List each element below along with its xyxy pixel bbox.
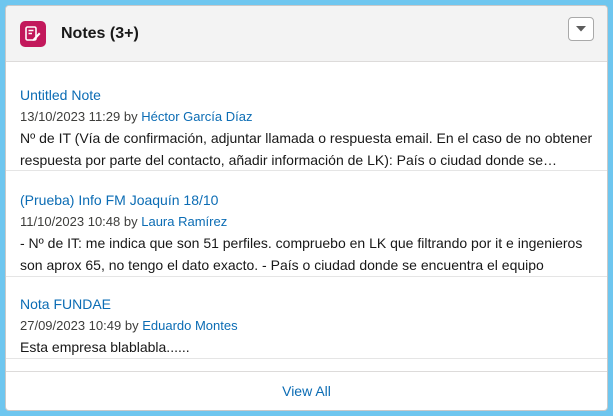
note-author-link[interactable]: Laura Ramírez bbox=[141, 214, 227, 229]
list-item: Nota FUNDAE 27/09/2023 10:49 by Eduardo … bbox=[6, 277, 607, 359]
note-meta: 11/10/2023 10:48 by Laura Ramírez bbox=[20, 213, 593, 231]
note-title-link[interactable]: Untitled Note bbox=[20, 86, 593, 104]
chevron-down-icon bbox=[576, 26, 586, 32]
card-menu-button[interactable] bbox=[568, 17, 594, 41]
note-by: by bbox=[123, 214, 138, 229]
note-date: 11/10/2023 10:48 bbox=[20, 214, 121, 229]
notes-card: Notes (3+) Untitled Note 13/10/2023 11:2… bbox=[5, 5, 608, 411]
note-by: by bbox=[124, 318, 139, 333]
note-title-link[interactable]: (Prueba) Info FM Joaquín 18/10 bbox=[20, 191, 593, 209]
note-edit-icon bbox=[20, 21, 46, 47]
note-body: Nº de IT (Vía de confirmación, adjuntar … bbox=[20, 130, 593, 168]
note-meta: 27/09/2023 10:49 by Eduardo Montes bbox=[20, 317, 593, 335]
note-title-link[interactable]: Nota FUNDAE bbox=[20, 295, 593, 313]
card-title: Notes (3+) bbox=[61, 25, 139, 42]
note-author-link[interactable]: Eduardo Montes bbox=[142, 318, 237, 333]
note-date: 27/09/2023 10:49 bbox=[20, 318, 122, 333]
card-footer: View All bbox=[6, 371, 607, 410]
note-by: by bbox=[123, 109, 138, 124]
notes-list: Untitled Note 13/10/2023 11:29 by Héctor… bbox=[6, 62, 607, 359]
note-meta: 13/10/2023 11:29 by Héctor García Díaz bbox=[20, 108, 593, 126]
list-item: Untitled Note 13/10/2023 11:29 by Héctor… bbox=[6, 62, 607, 171]
note-author-link[interactable]: Héctor García Díaz bbox=[141, 109, 252, 124]
note-body: Esta empresa blablabla...... bbox=[20, 339, 190, 355]
card-header: Notes (3+) bbox=[6, 6, 607, 62]
note-body: - Nº de IT: me indica que son 51 perfile… bbox=[20, 235, 583, 273]
note-date: 13/10/2023 11:29 bbox=[20, 109, 121, 124]
view-all-link[interactable]: View All bbox=[282, 383, 331, 399]
list-item: (Prueba) Info FM Joaquín 18/10 11/10/202… bbox=[6, 171, 607, 277]
